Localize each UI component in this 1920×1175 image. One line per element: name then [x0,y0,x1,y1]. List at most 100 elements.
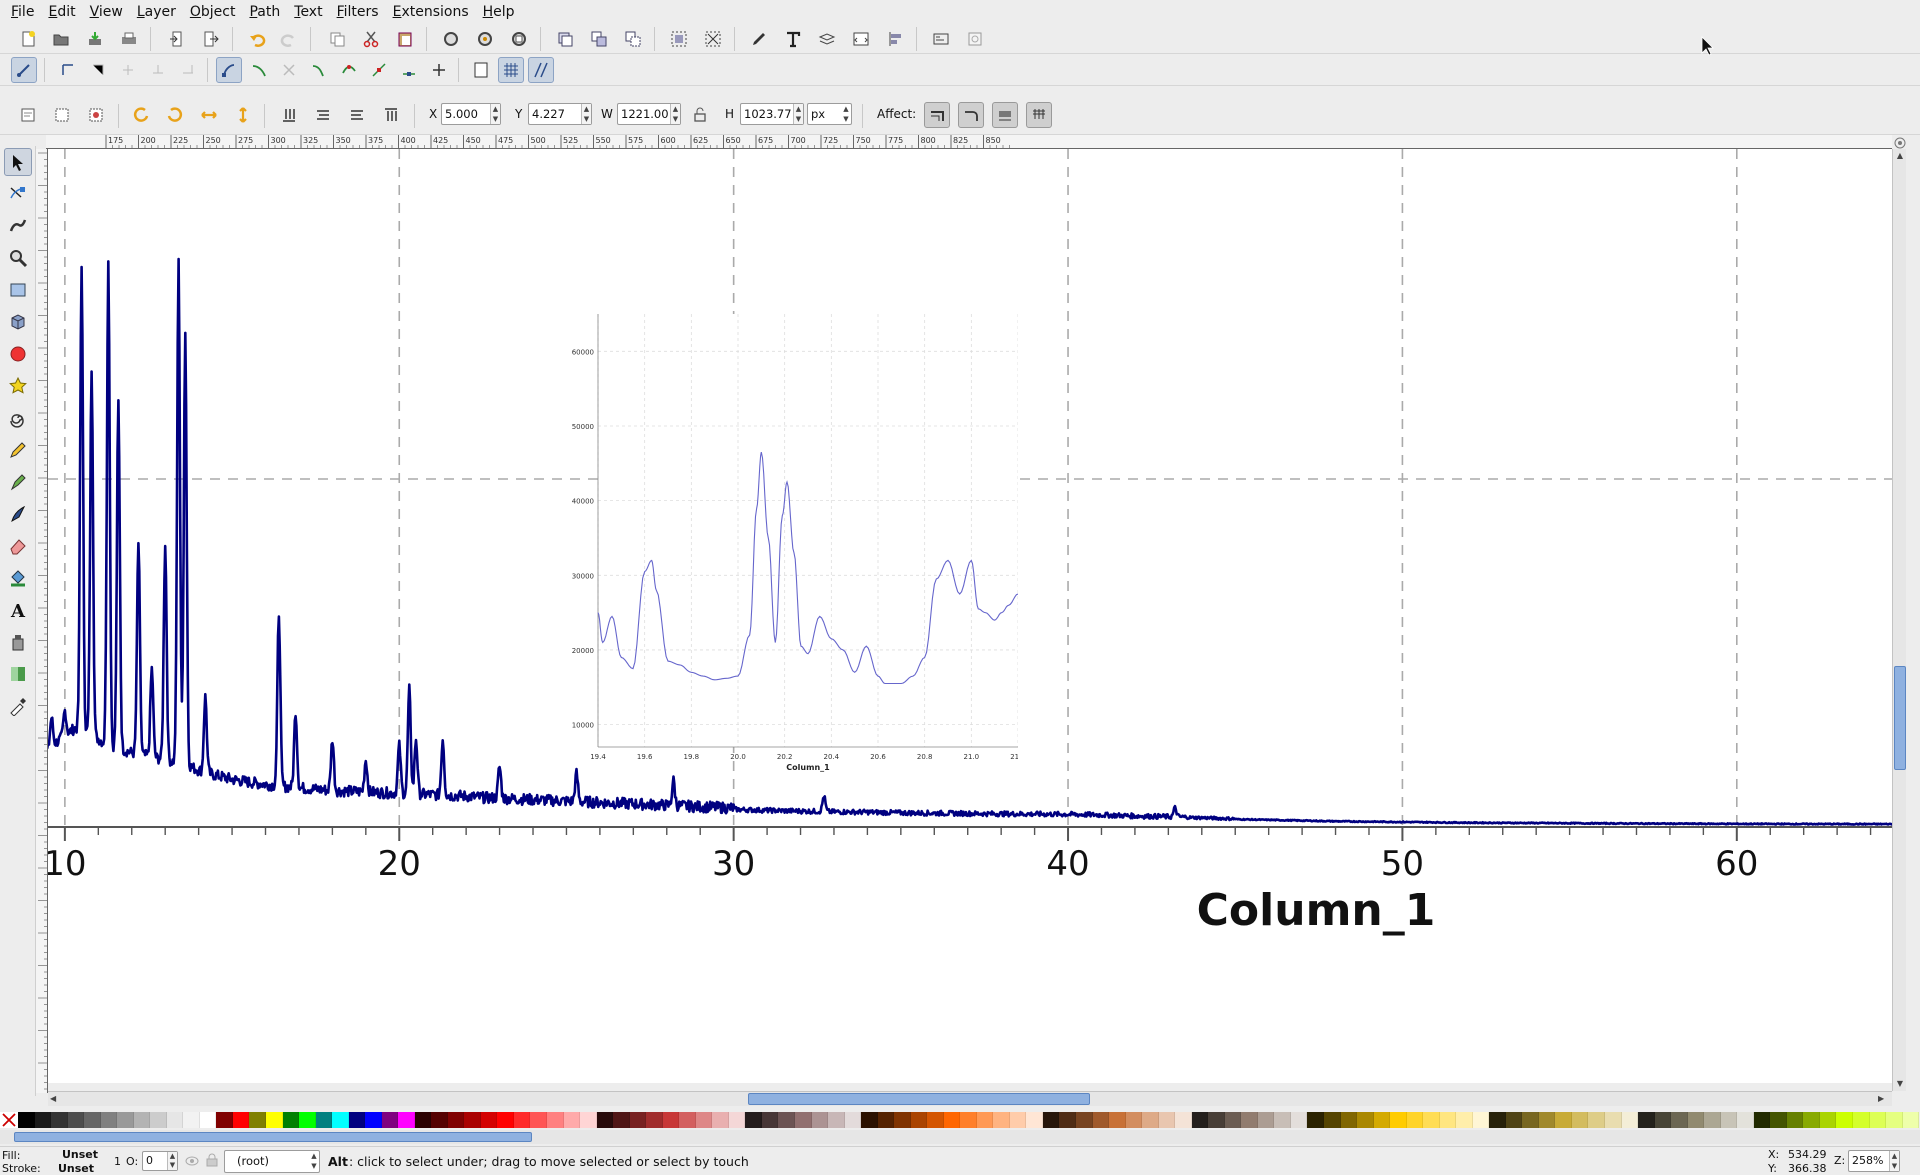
align-distribute-button[interactable] [882,26,908,52]
lock-icon[interactable] [206,1153,218,1167]
palette-swatch[interactable] [596,1112,614,1128]
menu-object[interactable]: Object [183,0,243,24]
w-field[interactable]: 1221.00 ▲ ▼ [617,103,681,125]
palette-swatch[interactable] [580,1112,597,1128]
affect-gradients-button[interactable] [992,102,1018,128]
palette-scroll-thumb[interactable] [14,1132,532,1142]
palette-swatch[interactable] [547,1112,564,1128]
lock-proportions-button[interactable] [687,102,713,128]
palette-swatch[interactable] [1886,1112,1903,1128]
palette-swatch[interactable] [1638,1112,1655,1128]
palette-swatch[interactable] [398,1112,415,1128]
spiral-tool[interactable] [4,404,32,432]
palette-swatch[interactable] [1753,1112,1771,1128]
eye-icon[interactable] [184,1154,200,1168]
palette-swatch[interactable] [199,1112,217,1128]
palette-swatch[interactable] [745,1112,762,1128]
palette-swatch[interactable] [480,1112,498,1128]
palette-swatch[interactable] [646,1112,663,1128]
unlink-clone-button[interactable] [620,26,646,52]
palette-swatch[interactable] [1687,1112,1705,1128]
palette-swatch[interactable] [1257,1112,1275,1128]
palette-swatch[interactable] [117,1112,134,1128]
undo-button[interactable] [244,26,270,52]
palette-swatch[interactable] [249,1112,266,1128]
palette-swatch[interactable] [332,1112,349,1128]
palette-swatch[interactable] [1423,1112,1440,1128]
node-tool[interactable] [4,180,32,208]
affect-stroke-width-button[interactable] [924,102,950,128]
spin-arrows[interactable]: ▲ ▼ [167,1152,177,1170]
3d-box-tool[interactable] [4,308,32,336]
palette-swatch[interactable] [1720,1112,1738,1128]
zoom-drawing-button[interactable] [472,26,498,52]
spin-arrows[interactable]: ▲ ▼ [793,104,803,124]
palette-swatch[interactable] [1869,1112,1887,1128]
deselect-button[interactable] [83,102,109,128]
palette-scrollbar[interactable] [0,1130,1920,1144]
palette-swatch[interactable] [1026,1112,1043,1128]
palette-swatch[interactable] [1208,1112,1225,1128]
palette-swatch[interactable] [1175,1112,1192,1128]
inkscape-preferences-button[interactable] [962,26,988,52]
palette-swatch[interactable] [1125,1112,1143,1128]
palette-swatch[interactable] [1158,1112,1176,1128]
palette-swatch[interactable] [1373,1112,1391,1128]
palette-swatch[interactable] [265,1112,283,1128]
lower-to-bottom-button[interactable] [276,102,302,128]
menu-layer[interactable]: Layer [130,0,183,24]
redo-button[interactable] [276,26,302,52]
palette-swatch[interactable] [447,1112,465,1128]
palette-swatch[interactable] [414,1112,432,1128]
paint-bucket-tool[interactable] [4,564,32,592]
palette-swatch[interactable] [861,1112,878,1128]
spin-arrows[interactable]: ▲ ▼ [670,104,680,124]
palette-swatch[interactable] [993,1112,1010,1128]
scroll-left-arrow[interactable]: ◀ [50,1092,62,1106]
palette-swatch[interactable] [1191,1112,1209,1128]
palette-swatch[interactable] [150,1112,167,1128]
menu-view[interactable]: View [83,0,130,24]
snap-guides-button[interactable] [528,57,554,83]
palette-swatch[interactable] [1704,1112,1721,1128]
group-button[interactable] [666,26,692,52]
palette-swatch[interactable] [1009,1112,1027,1128]
palette-swatch[interactable] [1836,1112,1853,1128]
affect-patterns-button[interactable] [1026,102,1052,128]
menu-file[interactable]: File [4,0,41,24]
h-field[interactable]: 1023.77 ▲ ▼ [740,103,804,125]
palette-swatch[interactable] [613,1112,630,1128]
palette-swatch[interactable] [1803,1112,1820,1128]
drawing-canvas[interactable]: 10 20 30 40 50 60 Column_1 19.4 19.6 19.8 20.0 20.… [48,149,1892,1083]
menu-path[interactable]: Path [242,0,287,24]
rectangle-tool[interactable] [4,276,32,304]
palette-swatch[interactable] [728,1112,746,1128]
palette-swatch[interactable] [828,1112,845,1128]
vertical-scrollbar[interactable]: ▲ ▼ [1892,149,1906,1091]
text-tool[interactable]: A [4,596,32,624]
palette-swatch[interactable] [348,1112,366,1128]
palette-swatch[interactable] [1770,1112,1787,1128]
palette-swatch[interactable] [1505,1112,1523,1128]
palette-swatch[interactable] [1555,1112,1572,1128]
opacity-field[interactable]: 0 ▲ ▼ [142,1151,178,1171]
palette-swatch[interactable] [315,1112,333,1128]
palette-swatch[interactable] [761,1112,779,1128]
palette-swatch[interactable] [1786,1112,1804,1128]
spin-arrows[interactable]: ▲ ▼ [581,104,591,124]
zoom-selection-button[interactable] [438,26,464,52]
palette-swatch[interactable] [894,1112,911,1128]
ellipse-tool[interactable] [4,340,32,368]
palette-swatch[interactable] [431,1112,448,1128]
palette-swatch[interactable] [1224,1112,1242,1128]
lower-button[interactable] [310,102,336,128]
scroll-right-arrow[interactable]: ▶ [1878,1092,1890,1106]
snap-paths-button[interactable] [246,57,272,83]
palette-swatch[interactable] [530,1112,547,1128]
snap-line-midpoints-button[interactable] [366,57,392,83]
palette-swatch[interactable] [1571,1112,1589,1128]
palette-swatch[interactable] [18,1112,35,1128]
palette-swatch[interactable] [1605,1112,1622,1128]
duplicate-button[interactable] [552,26,578,52]
palette-swatch[interactable] [794,1112,812,1128]
